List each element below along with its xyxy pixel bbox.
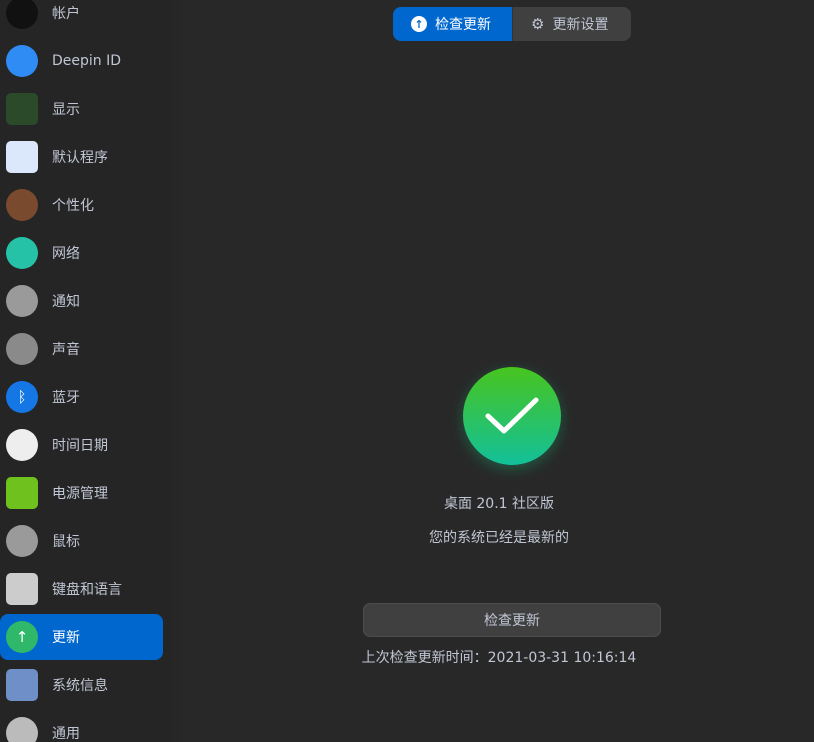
mouse-icon (6, 525, 38, 557)
system-info-icon (6, 669, 38, 701)
sidebar-item-label: 显示 (52, 102, 80, 118)
bell-icon (6, 285, 38, 317)
tab-bar: ↑ 检查更新 ⚙ 更新设置 (393, 7, 631, 41)
sidebar-item-palette[interactable]: 个性化 (0, 181, 163, 229)
network-icon (6, 237, 38, 269)
system-version: 桌面 20.1 社区版 (443, 496, 555, 512)
checkmark-icon (463, 367, 561, 465)
clock-icon (6, 429, 38, 461)
sidebar-item-general[interactable]: 通用 (0, 709, 163, 742)
sidebar-item-update[interactable]: ↑ 更新 (0, 614, 163, 660)
check-updates-button[interactable]: 检查更新 (363, 603, 661, 637)
sidebar-item-label: 系统信息 (52, 678, 108, 694)
sidebar-item-label: 蓝牙 (52, 390, 80, 406)
palette-icon (6, 189, 38, 221)
sidebar-item-clock[interactable]: 时间日期 (0, 421, 163, 469)
sidebar-item-label: 电源管理 (52, 486, 108, 502)
general-icon (6, 717, 38, 742)
battery-icon (6, 477, 38, 509)
sidebar-item-label: 声音 (52, 342, 80, 358)
sidebar-item-label: 键盘和语言 (52, 582, 122, 598)
sidebar-item-label: 个性化 (52, 198, 94, 214)
sidebar-item-battery[interactable]: 电源管理 (0, 469, 163, 517)
display-icon (6, 93, 38, 125)
sidebar-item-display[interactable]: 显示 (0, 85, 163, 133)
default-apps-icon (6, 141, 38, 173)
sidebar-item-label: Deepin ID (52, 53, 122, 69)
sidebar-item-bluetooth[interactable]: ᛒ 蓝牙 (0, 373, 163, 421)
update-status: 您的系统已经是最新的 (429, 530, 569, 546)
keyboard-icon (6, 573, 38, 605)
sidebar-item-label: 帐户 (52, 6, 80, 22)
sidebar-item-keyboard[interactable]: 键盘和语言 (0, 565, 163, 613)
sidebar-item-label: 默认程序 (52, 150, 108, 166)
tab-label: 更新设置 (552, 17, 609, 33)
speaker-icon (6, 333, 38, 365)
bluetooth-icon: ᛒ (6, 381, 38, 413)
sidebar-item-mouse[interactable]: 鼠标 (0, 517, 163, 565)
sidebar-item-speaker[interactable]: 声音 (0, 325, 163, 373)
sidebar-item-network[interactable]: 网络 (0, 229, 163, 277)
sidebar-item-bell[interactable]: 通知 (0, 277, 163, 325)
last-check-time: 上次检查更新时间：2021-03-31 10:16:14 (361, 650, 637, 666)
tab-update-settings[interactable]: ⚙ 更新设置 (512, 7, 631, 41)
sidebar-nav: 帐户 Deepin ID 显示默认程序个性化网络通知声音 ᛒ 蓝牙时间日期电源管理鼠标键… (0, 0, 163, 742)
tab-check-updates[interactable]: ↑ 检查更新 (393, 7, 512, 41)
sidebar-item-account[interactable]: 帐户 (0, 0, 163, 37)
tab-label: 检查更新 (435, 17, 491, 33)
account-icon (6, 0, 38, 29)
sidebar-item-label: 网络 (52, 246, 80, 262)
sidebar-item-label: 时间日期 (52, 438, 108, 454)
sidebar-item-label: 鼠标 (52, 534, 80, 550)
sidebar-item-default-apps[interactable]: 默认程序 (0, 133, 163, 181)
arrow-up-circle-icon: ↑ (411, 16, 427, 32)
sidebar-item-cloud[interactable]: Deepin ID (0, 37, 163, 85)
sidebar-item-label: 通用 (52, 726, 80, 742)
sidebar-item-system-info[interactable]: 系统信息 (0, 661, 163, 709)
gear-icon: ⚙ (531, 15, 545, 33)
sidebar-item-label: 更新 (52, 630, 80, 646)
sidebar-item-label: 通知 (52, 294, 80, 310)
update-icon: ↑ (6, 621, 38, 653)
cloud-icon (6, 45, 38, 77)
sidebar: 帐户 Deepin ID 显示默认程序个性化网络通知声音 ᛒ 蓝牙时间日期电源管理鼠标键… (0, 0, 184, 742)
